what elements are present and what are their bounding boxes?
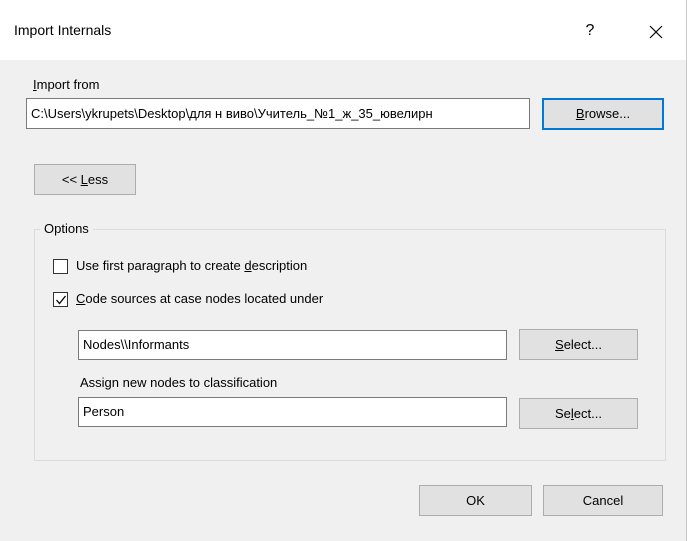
close-button[interactable]	[638, 16, 674, 46]
classification-field[interactable]: Person	[78, 397, 507, 427]
first-paragraph-checkbox[interactable]	[53, 259, 68, 274]
less-button[interactable]: << Less	[34, 164, 136, 195]
classification-label: Assign new nodes to classification	[80, 375, 278, 390]
close-icon	[649, 25, 663, 38]
code-sources-checkbox[interactable]	[53, 292, 68, 307]
options-legend: Options	[40, 221, 93, 236]
import-internals-dialog: Import Internals ? Import from C:\Users\…	[0, 0, 687, 541]
help-button[interactable]: ?	[575, 16, 605, 46]
select-classification-button[interactable]: Select...	[519, 398, 638, 429]
first-paragraph-label[interactable]: Use first paragraph to create descriptio…	[76, 258, 307, 273]
dialog-title: Import Internals	[14, 22, 112, 38]
ok-button[interactable]: OK	[419, 485, 532, 516]
import-from-path-field[interactable]: C:\Users\ykrupets\Desktop\для н виво\Учи…	[26, 98, 530, 129]
code-sources-label[interactable]: Code sources at case nodes located under	[76, 291, 323, 306]
case-nodes-path-field[interactable]: Nodes\\Informants	[78, 330, 507, 360]
select-nodes-button[interactable]: Select...	[519, 329, 638, 360]
import-from-label: Import from	[33, 77, 100, 92]
checkmark-icon	[56, 295, 67, 305]
title-bar: Import Internals ?	[0, 0, 686, 60]
browse-button[interactable]: Browse...	[542, 98, 664, 130]
cancel-button[interactable]: Cancel	[543, 485, 663, 516]
